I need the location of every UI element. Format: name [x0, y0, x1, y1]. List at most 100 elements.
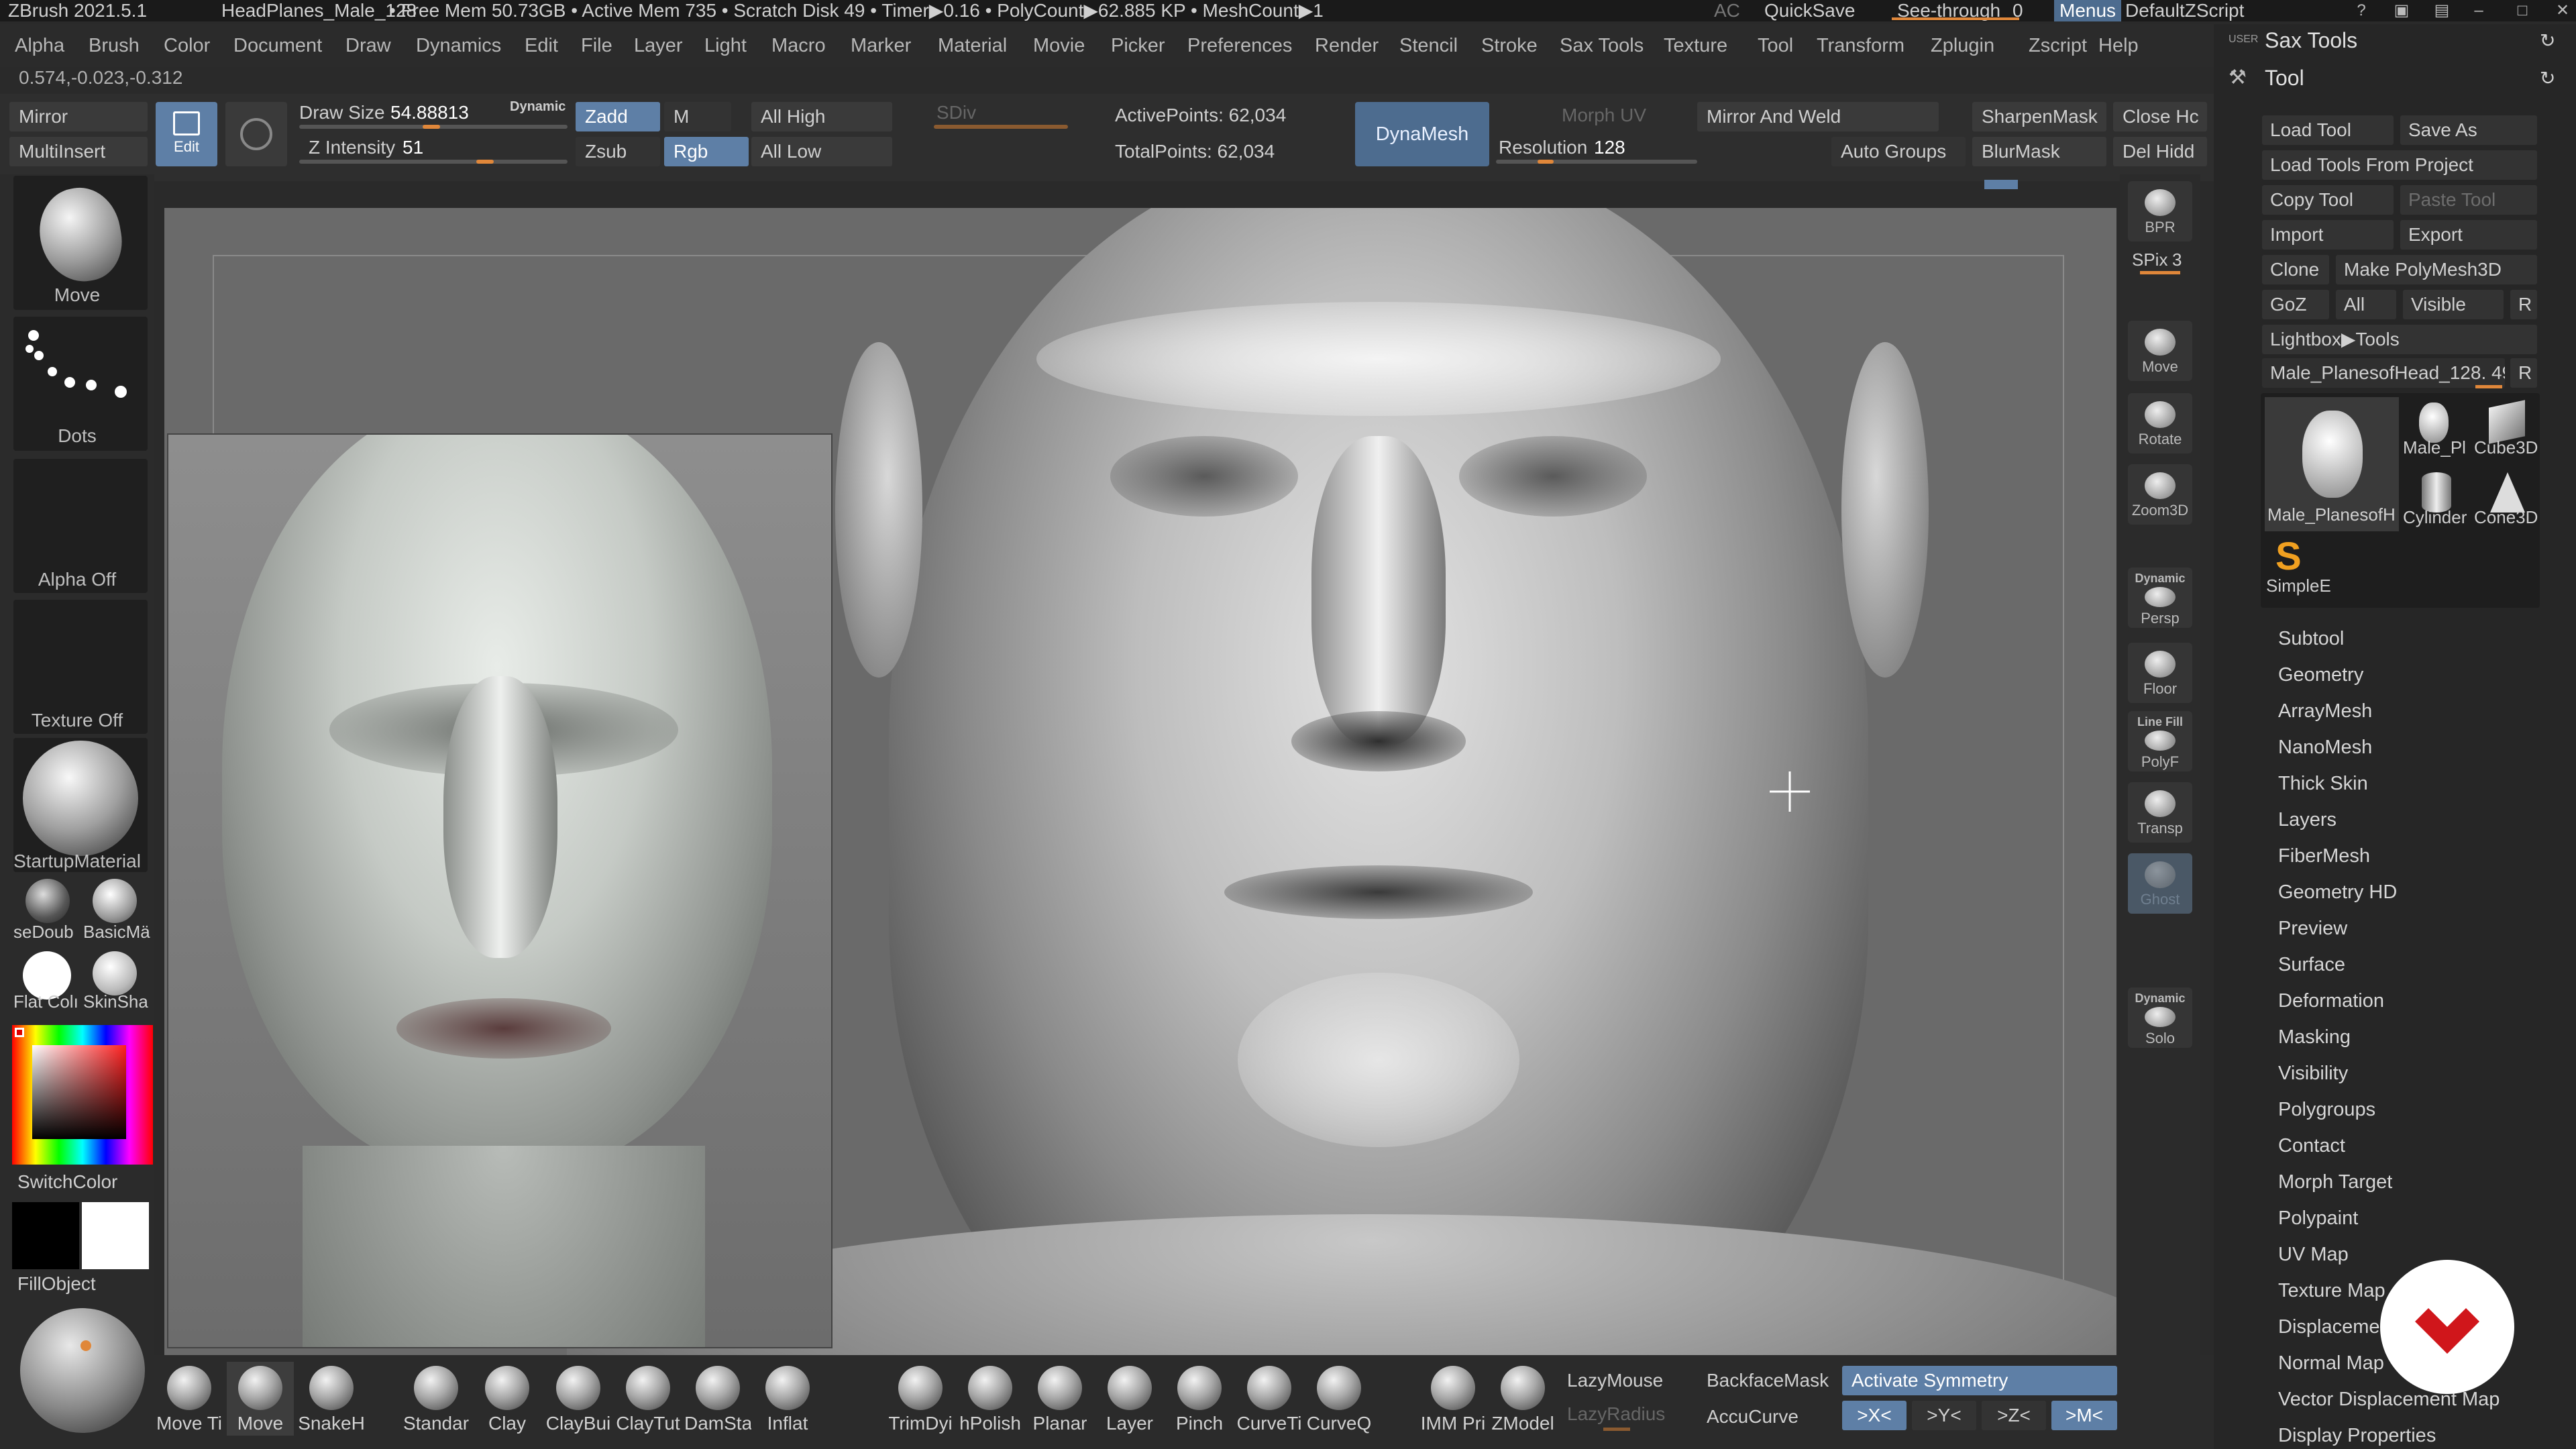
resolution-value[interactable]: 128	[1594, 137, 1625, 158]
subpalette-contact[interactable]: Contact	[2278, 1135, 2345, 1157]
dynamesh-button[interactable]: DynaMesh	[1355, 102, 1489, 166]
import-button[interactable]: Import	[2262, 220, 2394, 250]
solo-button[interactable]: Dynamic Solo	[2128, 987, 2192, 1048]
subpalette-deformation[interactable]: Deformation	[2278, 990, 2384, 1012]
help-icon[interactable]: ?	[2341, 0, 2381, 21]
persp-button[interactable]: Dynamic Persp	[2128, 568, 2192, 628]
floor-button[interactable]: Floor	[2128, 643, 2192, 703]
bpr-button[interactable]: BPR	[2128, 181, 2192, 241]
goz-r-button[interactable]: R	[2510, 290, 2537, 319]
subpalette-geometry-hd[interactable]: Geometry HD	[2278, 881, 2397, 904]
brush-pinch[interactable]: Pinch	[1166, 1362, 1233, 1436]
menu-render[interactable]: Render	[1315, 24, 1379, 67]
symmetry-z-button[interactable]: >Z<	[1982, 1401, 2046, 1430]
subpalette-thick-skin[interactable]: Thick Skin	[2278, 773, 2368, 795]
menu-sax-tools[interactable]: Sax Tools	[1560, 24, 1644, 67]
sculpt-mesh-head[interactable]	[889, 208, 1868, 1355]
subpalette-polygroups[interactable]: Polygroups	[2278, 1099, 2375, 1121]
subpalette-morph-target[interactable]: Morph Target	[2278, 1171, 2392, 1193]
stroke-button[interactable]: Dots	[13, 317, 148, 451]
menu-edit[interactable]: Edit	[525, 24, 558, 67]
subpalette-visibility[interactable]: Visibility	[2278, 1063, 2348, 1085]
brush-hpolish[interactable]: hPolish	[957, 1362, 1024, 1436]
tool-thumb-male-pl[interactable]: Male_Pl	[2402, 397, 2469, 464]
subpalette-subtool[interactable]: Subtool	[2278, 628, 2344, 650]
subpalette-normal-map[interactable]: Normal Map	[2278, 1352, 2384, 1375]
tool-thumb-cone3d[interactable]: Cone3D	[2473, 467, 2540, 534]
menus-toggle[interactable]: Menus	[2054, 0, 2122, 21]
brush-curvequadfill[interactable]: CurveQ	[1305, 1362, 1373, 1436]
menu-color[interactable]: Color	[164, 24, 210, 67]
brush-imm-primitives[interactable]: IMM Pri	[1419, 1362, 1487, 1436]
sharpen-mask-button[interactable]: SharpenMask	[1972, 102, 2106, 131]
menu-stencil[interactable]: Stencil	[1399, 24, 1458, 67]
zsub-button[interactable]: Zsub	[576, 137, 660, 166]
menu-movie[interactable]: Movie	[1033, 24, 1085, 67]
scroll-indicator[interactable]	[1984, 180, 2018, 189]
del-hidden-button[interactable]: Del Hidd	[2113, 137, 2207, 166]
copy-tool-button[interactable]: Copy Tool	[2262, 185, 2394, 215]
polyf-button[interactable]: Line Fill PolyF	[2128, 711, 2192, 771]
subpalette-surface[interactable]: Surface	[2278, 954, 2345, 976]
brush-trimdynamic[interactable]: TrimDyi	[887, 1362, 954, 1436]
z-intensity-slider[interactable]	[299, 160, 568, 164]
secondary-color-swatch[interactable]	[82, 1202, 149, 1269]
menu-macro[interactable]: Macro	[771, 24, 826, 67]
load-tools-from-project-button[interactable]: Load Tools From Project	[2262, 150, 2537, 180]
blur-mask-button[interactable]: BlurMask	[1972, 137, 2106, 166]
subpalette-polypaint[interactable]: Polypaint	[2278, 1208, 2358, 1230]
menu-tool[interactable]: Tool	[1758, 24, 1793, 67]
tool-thumb-cube3d[interactable]: Cube3D	[2473, 397, 2540, 464]
fill-object-button[interactable]: FillObject	[17, 1273, 96, 1295]
layout-icon[interactable]: ▣	[2381, 0, 2422, 21]
symmetry-m-button[interactable]: >M<	[2051, 1401, 2117, 1430]
menu-zscript[interactable]: Zscript	[2029, 24, 2087, 67]
current-tool-slider[interactable]	[2475, 385, 2502, 388]
ac-label[interactable]: AC	[1714, 0, 1740, 21]
brush-damstandard[interactable]: DamSta	[684, 1362, 751, 1436]
switch-color-button[interactable]: SwitchColor	[17, 1171, 117, 1193]
brush-planar[interactable]: Planar	[1026, 1362, 1093, 1436]
brush-move-topological[interactable]: Move Ti	[156, 1362, 223, 1436]
subpalette-fibermesh[interactable]: FiberMesh	[2278, 845, 2370, 867]
main-color-swatch[interactable]	[12, 1202, 79, 1269]
goz-visible-button[interactable]: Visible	[2403, 290, 2504, 319]
tool-refresh-icon[interactable]: ↻	[2540, 67, 2555, 89]
multiinsert-button[interactable]: MultiInsert	[9, 137, 148, 166]
tool-thumb-cylinder[interactable]: Cylinder	[2402, 467, 2469, 534]
menu-zplugin[interactable]: Zplugin	[1931, 24, 1994, 67]
all-low-button[interactable]: All Low	[751, 137, 892, 166]
subpalette-geometry[interactable]: Geometry	[2278, 664, 2363, 686]
brush-zmodeler[interactable]: ZModel	[1489, 1362, 1556, 1436]
menu-transform[interactable]: Transform	[1817, 24, 1904, 67]
material-swatch-2[interactable]	[93, 879, 137, 923]
current-brush-button[interactable]: Move	[13, 176, 148, 310]
auto-groups-button[interactable]: Auto Groups	[1831, 137, 1966, 166]
menu-draw[interactable]: Draw	[345, 24, 391, 67]
zadd-button[interactable]: Zadd	[576, 102, 660, 131]
close-holes-button[interactable]: Close Hc	[2113, 102, 2207, 131]
brush-clay[interactable]: Clay	[474, 1362, 541, 1436]
texture-button[interactable]: Texture Off	[13, 600, 148, 734]
color-picker-marker[interactable]	[15, 1028, 24, 1037]
brush-move[interactable]: Move	[227, 1362, 294, 1436]
default-zscript[interactable]: DefaultZScript	[2125, 0, 2244, 21]
light-sphere[interactable]	[20, 1308, 145, 1433]
menu-file[interactable]: File	[581, 24, 612, 67]
resolution-slider[interactable]	[1496, 160, 1697, 164]
color-picker[interactable]	[12, 1025, 153, 1165]
current-tool-r-button[interactable]: R	[2510, 358, 2537, 388]
subpalette-masking[interactable]: Masking	[2278, 1026, 2351, 1049]
menu-preferences[interactable]: Preferences	[1187, 24, 1292, 67]
document-canvas[interactable]	[164, 208, 2116, 1355]
brush-claytubes[interactable]: ClayTut	[614, 1362, 682, 1436]
brush-curvetube[interactable]: CurveTi	[1236, 1362, 1303, 1436]
transp-button[interactable]: Transp	[2128, 782, 2192, 843]
menu-material[interactable]: Material	[938, 24, 1007, 67]
menu-layer[interactable]: Layer	[634, 24, 683, 67]
z-intensity-handle[interactable]	[476, 160, 494, 164]
material-swatch-1[interactable]	[25, 879, 70, 923]
tile-icon[interactable]: ▤	[2422, 0, 2462, 21]
draw-size-value[interactable]: 54.88813	[390, 102, 469, 123]
quicksave-button[interactable]: QuickSave	[1764, 0, 1855, 21]
